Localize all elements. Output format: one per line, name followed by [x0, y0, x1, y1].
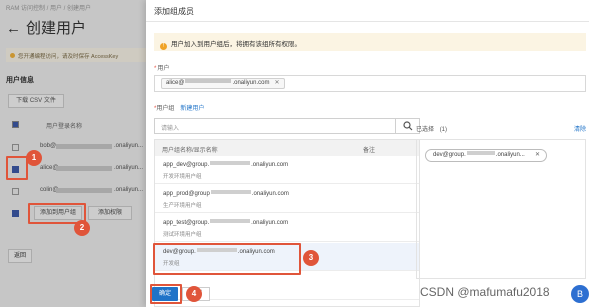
drawer-header: 添加组成员 [146, 0, 589, 22]
user-tag-suffix: .onaliyun.com [232, 80, 270, 86]
step-badge-1: 1 [26, 150, 42, 166]
drawer-title: 添加组成员 [154, 7, 194, 16]
watermark: CSDN @mafumafu2018 [420, 285, 550, 299]
step-badge-4: 4 [186, 286, 202, 302]
highlight-box-3 [153, 243, 301, 275]
group-desc: 开发环境用户组 [163, 174, 202, 180]
user-select-field[interactable]: alice@ .onaliyun.com ✕ [154, 75, 586, 92]
step-badge-3: 3 [303, 250, 319, 266]
redacted-text [185, 79, 232, 83]
selected-group-tag: dev@group. .onaliyun... ✕ [425, 149, 547, 162]
group-name: app_test@group. .onaliyun.com [163, 219, 289, 226]
column-note: 备注 [363, 148, 376, 154]
new-group-link[interactable]: 新建用户 [180, 106, 204, 112]
group-row[interactable]: app_test@group. .onaliyun.com 测试环境用户组 [155, 214, 419, 242]
group-search-input[interactable]: 请输入 [154, 118, 420, 134]
user-tag-prefix: alice@ [166, 80, 185, 86]
user-tag: alice@ .onaliyun.com ✕ [161, 78, 285, 89]
selected-label: 已选择 [416, 127, 435, 133]
tip-text: 用户加入到用户组后，将拥有该组所有权限。 [171, 41, 301, 48]
group-row[interactable]: app_dev@group. .onaliyun.com 开发环境用户组 [155, 156, 419, 184]
clear-link[interactable]: 清除 [574, 124, 586, 133]
group-list: 用户组名称/显示名称 备注 app_dev@group. .onaliyun.co… [154, 139, 420, 307]
redacted-text [210, 161, 251, 165]
group-list-header: 用户组名称/显示名称 备注 [155, 140, 419, 156]
highlight-box-1 [6, 156, 28, 180]
watermark-badge: B [571, 285, 589, 303]
info-tip: ! 用户加入到用户组后，将拥有该组所有权限。 [154, 33, 586, 51]
highlight-box-4 [150, 284, 182, 304]
group-desc: 生产环境用户组 [163, 203, 202, 209]
redacted-text [210, 219, 251, 223]
group-row[interactable]: app_prod@group .onaliyun.com 生产环境用户组 [155, 185, 419, 213]
user-field-label: *用户 [154, 66, 170, 72]
search-placeholder: 请输入 [161, 126, 180, 132]
warning-icon: ! [160, 43, 167, 50]
selected-header: 已选择 (1) 清除 [416, 124, 586, 133]
redacted-text [466, 151, 495, 155]
remove-tag-icon[interactable]: ✕ [535, 150, 540, 161]
group-name: app_dev@group. .onaliyun.com [163, 161, 289, 168]
redacted-text [210, 190, 251, 194]
remove-tag-icon[interactable]: ✕ [274, 80, 279, 86]
search-icon [403, 121, 413, 131]
group-name: app_prod@group .onaliyun.com [163, 190, 289, 197]
selected-count: (1) [439, 127, 448, 133]
group-field-label: *用户组 新建用户 [154, 106, 205, 112]
group-desc: 测试环境用户组 [163, 232, 202, 238]
column-group-name: 用户组名称/显示名称 [162, 148, 218, 154]
selected-list: dev@group. .onaliyun... ✕ [416, 139, 586, 279]
step-badge-2: 2 [74, 220, 90, 236]
